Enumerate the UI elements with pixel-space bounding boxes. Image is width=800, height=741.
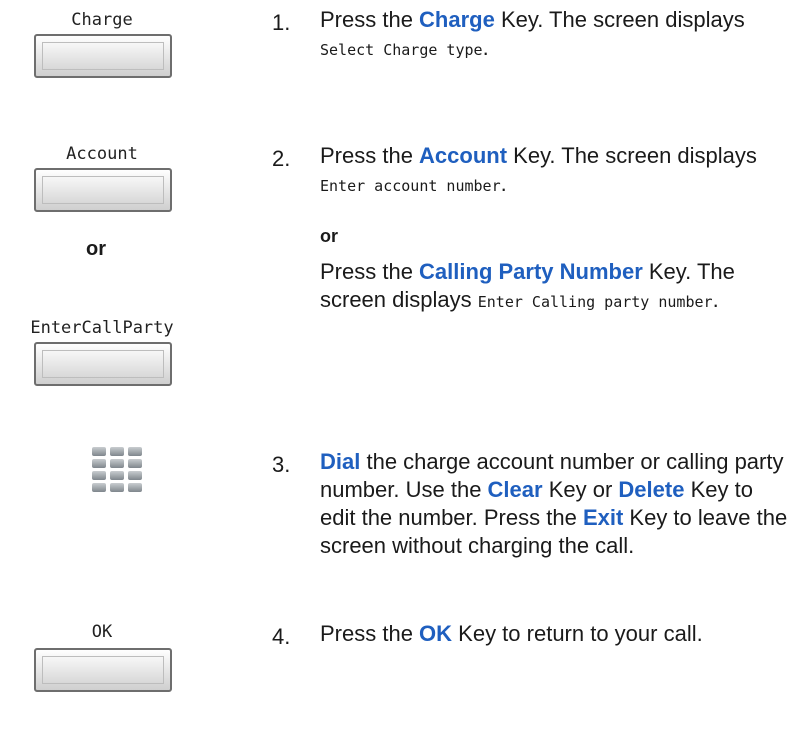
charge-key-label: Charge xyxy=(71,10,133,30)
or-separator-left: or xyxy=(86,238,106,260)
calling-party-number-key-name: Calling Party Number xyxy=(419,259,643,284)
step-1-text: Press the Charge Key. The screen display… xyxy=(320,7,745,60)
step-1-number: 1. xyxy=(272,10,291,35)
enter-call-party-softkey[interactable] xyxy=(34,342,172,386)
account-softkey[interactable] xyxy=(34,168,172,212)
ok-softkey[interactable] xyxy=(34,648,172,692)
screen-text: Enter Calling party number xyxy=(477,293,713,311)
or-separator-right: or xyxy=(320,226,338,246)
dial-pad-icon xyxy=(92,447,144,494)
ok-key-label: OK xyxy=(91,622,113,642)
step-2-alt-text: Press the Calling Party Number Key. The … xyxy=(320,259,735,312)
ok-key-name: OK xyxy=(419,621,453,646)
step-2-text: Press the Account Key. The screen displa… xyxy=(320,143,757,196)
account-key-label: Account xyxy=(66,144,138,164)
enter-call-party-key-label: EnterCallParty xyxy=(30,318,174,338)
exit-key-name: Exit xyxy=(582,505,624,530)
step-3-text: Dial the charge account number or callin… xyxy=(320,449,788,558)
step-2-number: 2. xyxy=(272,146,291,171)
step-4-text: Press the OK Key to return to your call. xyxy=(320,621,703,646)
charge-key-name: Charge xyxy=(419,7,495,32)
screen-text: Select Charge type xyxy=(320,41,483,59)
step-4-number: 4. xyxy=(272,624,291,649)
step-3-number: 3. xyxy=(272,452,291,477)
delete-key-name: Delete xyxy=(618,477,685,502)
charge-softkey[interactable] xyxy=(34,34,172,78)
account-key-name: Account xyxy=(419,143,508,168)
screen-text: Enter account number xyxy=(320,177,501,195)
dial-key-name: Dial xyxy=(320,449,361,474)
clear-key-name: Clear xyxy=(487,477,543,502)
